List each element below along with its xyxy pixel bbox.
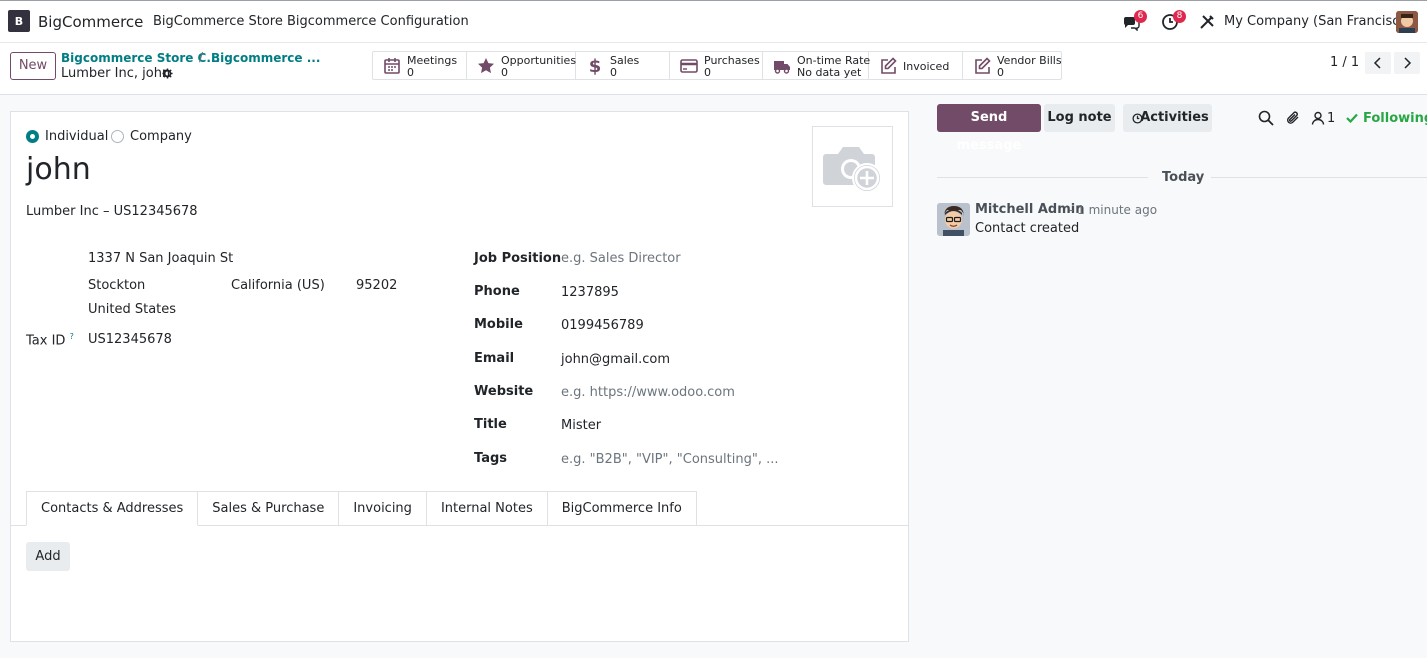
user-icon[interactable] (1311, 111, 1325, 125)
notebook-tabs: Contacts & Addresses Sales & Purchase In… (26, 491, 697, 526)
tags-input[interactable]: e.g. "B2B", "VIP", "Consulting", ... (561, 452, 778, 467)
pager-value[interactable]: 1 / 1 (1330, 55, 1359, 70)
message-time: - 1 minute ago (1069, 203, 1158, 217)
radio-individual[interactable]: Individual (26, 129, 108, 144)
mobile-input[interactable]: 0199456789 (561, 318, 644, 333)
smart-button-vendor-bills[interactable]: Vendor Bills 0 (963, 52, 1062, 79)
tags-label: Tags (474, 451, 508, 466)
clock-icon (1132, 113, 1143, 124)
search-icon[interactable] (1258, 110, 1274, 126)
activities-badge: 8 (1173, 10, 1186, 23)
zip-field[interactable]: 95202 (356, 278, 397, 293)
smart-button-invoiced[interactable]: Invoiced (869, 52, 963, 79)
date-divider-right (1211, 177, 1427, 178)
breadcrumb-bigcommerce[interactable]: Bigcommerce ... (211, 51, 320, 65)
followers-count[interactable]: 1 (1327, 111, 1335, 126)
pencil-square-icon (975, 57, 991, 74)
form-sheet: Individual Company john Lumber Inc – US1… (10, 111, 909, 642)
truck-icon (774, 61, 790, 74)
phone-label: Phone (474, 284, 520, 299)
breadcrumb-current: Lumber Inc, john (61, 66, 171, 81)
bigcommerce-logo-icon[interactable]: B (8, 10, 30, 32)
photo-upload[interactable] (812, 126, 893, 207)
radio-unchecked-icon (111, 130, 124, 143)
pencil-square-icon (881, 57, 897, 74)
job-position-input[interactable]: e.g. Sales Director (561, 251, 681, 266)
phone-input[interactable]: 1237895 (561, 285, 619, 300)
radio-company[interactable]: Company (111, 129, 192, 144)
email-input[interactable]: john@gmail.com (561, 352, 670, 367)
tax-id-field[interactable]: US12345678 (88, 332, 172, 347)
title-label: Title (474, 417, 507, 432)
calendar-icon (384, 58, 400, 74)
pager-previous-button[interactable] (1365, 52, 1391, 74)
dollar-icon: $ (589, 57, 602, 75)
paperclip-icon[interactable] (1285, 110, 1301, 126)
smart-button-on-time-rate[interactable]: On-time Rate No data yet (763, 52, 870, 79)
tax-id-label: Tax ID ? (26, 332, 74, 349)
job-position-label: Job Position (474, 251, 562, 266)
contact-name-input[interactable]: john (26, 152, 91, 187)
svg-text:$: $ (589, 57, 602, 75)
breadcrumb-bigcommerce-store[interactable]: Bigcommerce Store C... (61, 51, 220, 65)
email-label: Email (474, 351, 515, 366)
log-note-button[interactable]: Log note (1044, 104, 1115, 132)
following-button[interactable]: Following (1363, 111, 1427, 126)
tab-internal-notes[interactable]: Internal Notes (425, 491, 548, 526)
control-panel: New Bigcommerce Store C... / Bigcommerce… (0, 43, 1427, 95)
activities-button[interactable]: Activities (1123, 104, 1212, 132)
add-contact-button[interactable]: Add (26, 542, 70, 571)
breadcrumb-separator: / (199, 50, 204, 64)
title-select[interactable]: Mister (561, 418, 601, 433)
credit-card-icon (680, 59, 698, 73)
pager-next-button[interactable] (1394, 52, 1420, 74)
smart-button-meetings[interactable]: Meetings 0 (373, 52, 467, 79)
smart-button-purchases[interactable]: Purchases 0 (670, 52, 763, 79)
check-icon (1346, 113, 1358, 123)
street-field[interactable]: 1337 N San Joaquin St (88, 251, 233, 266)
tab-invoicing[interactable]: Invoicing (338, 491, 427, 526)
date-separator: Today (1162, 170, 1205, 185)
country-field[interactable]: United States (88, 302, 176, 317)
menu-bigcommerce-store[interactable]: BigCommerce Store (153, 14, 283, 29)
chevron-left-icon (1373, 57, 1381, 69)
smart-buttons: Meetings 0 Opportunities 0 $ Sales 0 Pur… (372, 51, 1062, 80)
tab-bigcommerce-info[interactable]: BigCommerce Info (546, 491, 697, 526)
website-label: Website (474, 384, 534, 399)
tools-icon[interactable] (1198, 13, 1216, 31)
camera-plus-icon (822, 146, 882, 193)
date-divider-left (937, 177, 1148, 178)
message-body: Contact created (975, 221, 1080, 236)
tab-contacts-addresses[interactable]: Contacts & Addresses (26, 491, 199, 526)
menu-bigcommerce-configuration[interactable]: Bigcommerce Configuration (287, 14, 469, 29)
smart-button-opportunities[interactable]: Opportunities 0 (467, 52, 576, 79)
help-tooltip-icon[interactable]: ? (70, 332, 74, 341)
app-name[interactable]: BigCommerce (38, 13, 143, 31)
send-message-button[interactable]: Send message (937, 104, 1041, 153)
messages-badge: 6 (1134, 10, 1147, 23)
tab-sales-purchase[interactable]: Sales & Purchase (197, 491, 340, 526)
new-button[interactable]: New (10, 52, 56, 80)
state-field[interactable]: California (US) (231, 278, 325, 293)
radio-checked-icon (26, 130, 39, 143)
smart-button-sales[interactable]: $ Sales 0 (576, 52, 670, 79)
top-navbar: B BigCommerce BigCommerce Store Bigcomme… (0, 1, 1427, 43)
mobile-label: Mobile (474, 317, 523, 332)
website-input[interactable]: e.g. https://www.odoo.com (561, 385, 735, 400)
star-icon (478, 58, 494, 74)
city-field[interactable]: Stockton (88, 278, 145, 293)
user-avatar[interactable] (1396, 11, 1418, 33)
parent-company-field[interactable]: Lumber Inc – US12345678 (26, 204, 198, 219)
gear-icon[interactable] (162, 68, 173, 79)
company-switcher[interactable]: My Company (San Francisco) (1224, 14, 1412, 29)
author-avatar[interactable] (937, 203, 970, 236)
chevron-right-icon (1404, 57, 1412, 69)
